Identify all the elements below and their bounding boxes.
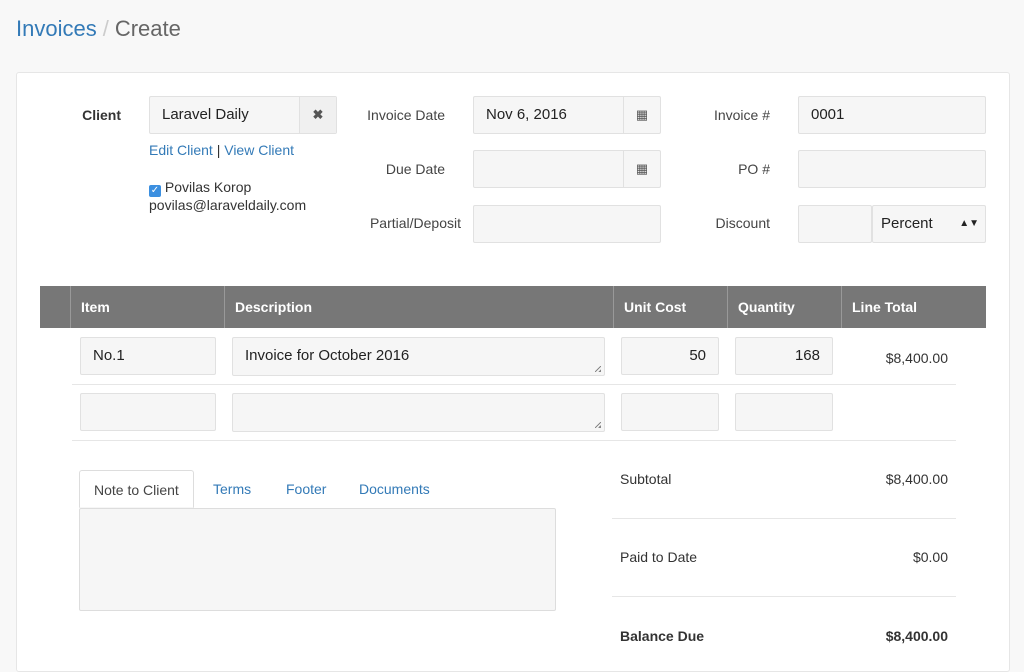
due-date-label: Due Date — [385, 161, 445, 177]
calendar-icon[interactable]: ▦ — [623, 151, 660, 187]
note-textarea[interactable] — [79, 508, 556, 611]
line-total: $8,400.00 — [885, 350, 948, 366]
tab-note-to-client[interactable]: Note to Client — [79, 470, 194, 508]
breadcrumb-current: Create — [114, 16, 181, 41]
breadcrumb-invoices-link[interactable]: Invoices — [16, 16, 97, 41]
breadcrumb: Invoices / Create — [16, 16, 181, 42]
due-date-input[interactable]: ▦ — [473, 150, 661, 188]
po-label: PO # — [738, 161, 770, 177]
col-item: Item — [70, 286, 224, 328]
client-value: Laravel Daily — [162, 106, 249, 123]
invoice-number-label: Invoice # — [713, 107, 770, 123]
client-label: Client — [82, 107, 121, 123]
invoice-date-input[interactable]: Nov 6, 2016 ▦ — [473, 96, 661, 134]
balance-label: Balance Due — [620, 628, 705, 644]
description-textarea[interactable] — [232, 393, 605, 432]
tab-terms[interactable]: Terms — [199, 470, 265, 508]
edit-client-link[interactable]: Edit Client — [149, 142, 213, 158]
tab-documents[interactable]: Documents — [345, 470, 444, 508]
partial-label: Partial/Deposit — [369, 215, 461, 231]
invoice-number-input[interactable]: 0001 — [798, 96, 986, 134]
contact: ✓ Povilas Korop povilas@laraveldaily.com — [149, 179, 306, 213]
invoice-date-value: Nov 6, 2016 — [486, 106, 567, 123]
quantity-input[interactable] — [735, 393, 833, 431]
tab-footer[interactable]: Footer — [272, 470, 340, 508]
row-divider — [72, 440, 956, 441]
discount-type-value: Percent — [881, 215, 933, 232]
totals-divider — [612, 596, 956, 597]
partial-input[interactable] — [473, 205, 661, 243]
calendar-icon[interactable]: ▦ — [623, 97, 660, 133]
subtotal-value: $8,400.00 — [885, 471, 948, 487]
clear-client-icon[interactable]: ✖ — [299, 97, 336, 133]
contact-email: povilas@laraveldaily.com — [149, 197, 307, 213]
client-links: Edit Client | View Client — [149, 142, 294, 158]
breadcrumb-separator: / — [102, 16, 109, 41]
totals-divider — [612, 518, 956, 519]
col-line-total: Line Total — [841, 286, 986, 328]
item-input[interactable]: No.1 — [80, 337, 216, 375]
discount-label: Discount — [715, 215, 770, 231]
contact-checkbox[interactable]: ✓ — [149, 185, 161, 197]
discount-type-select[interactable]: Percent ▲▼ — [872, 205, 986, 243]
row-divider — [72, 384, 956, 385]
view-client-link[interactable]: View Client — [224, 142, 294, 158]
subtotal-label: Subtotal — [620, 471, 672, 487]
paid-value: $0.00 — [912, 549, 948, 565]
select-arrows-icon: ▲▼ — [959, 218, 979, 229]
unit-cost-input[interactable]: 50 — [621, 337, 719, 375]
items-table-header: Item Description Unit Cost Quantity Line… — [40, 286, 986, 328]
col-unit-cost: Unit Cost — [613, 286, 727, 328]
unit-cost-input[interactable] — [621, 393, 719, 431]
col-description: Description — [224, 286, 613, 328]
quantity-input[interactable]: 168 — [735, 337, 833, 375]
balance-value: $8,400.00 — [885, 628, 948, 644]
contact-name: Povilas Korop — [164, 179, 252, 195]
po-input[interactable] — [798, 150, 986, 188]
paid-label: Paid to Date — [620, 549, 698, 565]
col-quantity: Quantity — [727, 286, 841, 328]
item-input[interactable] — [80, 393, 216, 431]
discount-input[interactable] — [798, 205, 872, 243]
link-separator: | — [216, 142, 221, 158]
description-textarea[interactable]: Invoice for October 2016 — [232, 337, 605, 376]
invoice-date-label: Invoice Date — [367, 107, 445, 123]
client-select[interactable]: Laravel Daily ✖ — [149, 96, 337, 134]
